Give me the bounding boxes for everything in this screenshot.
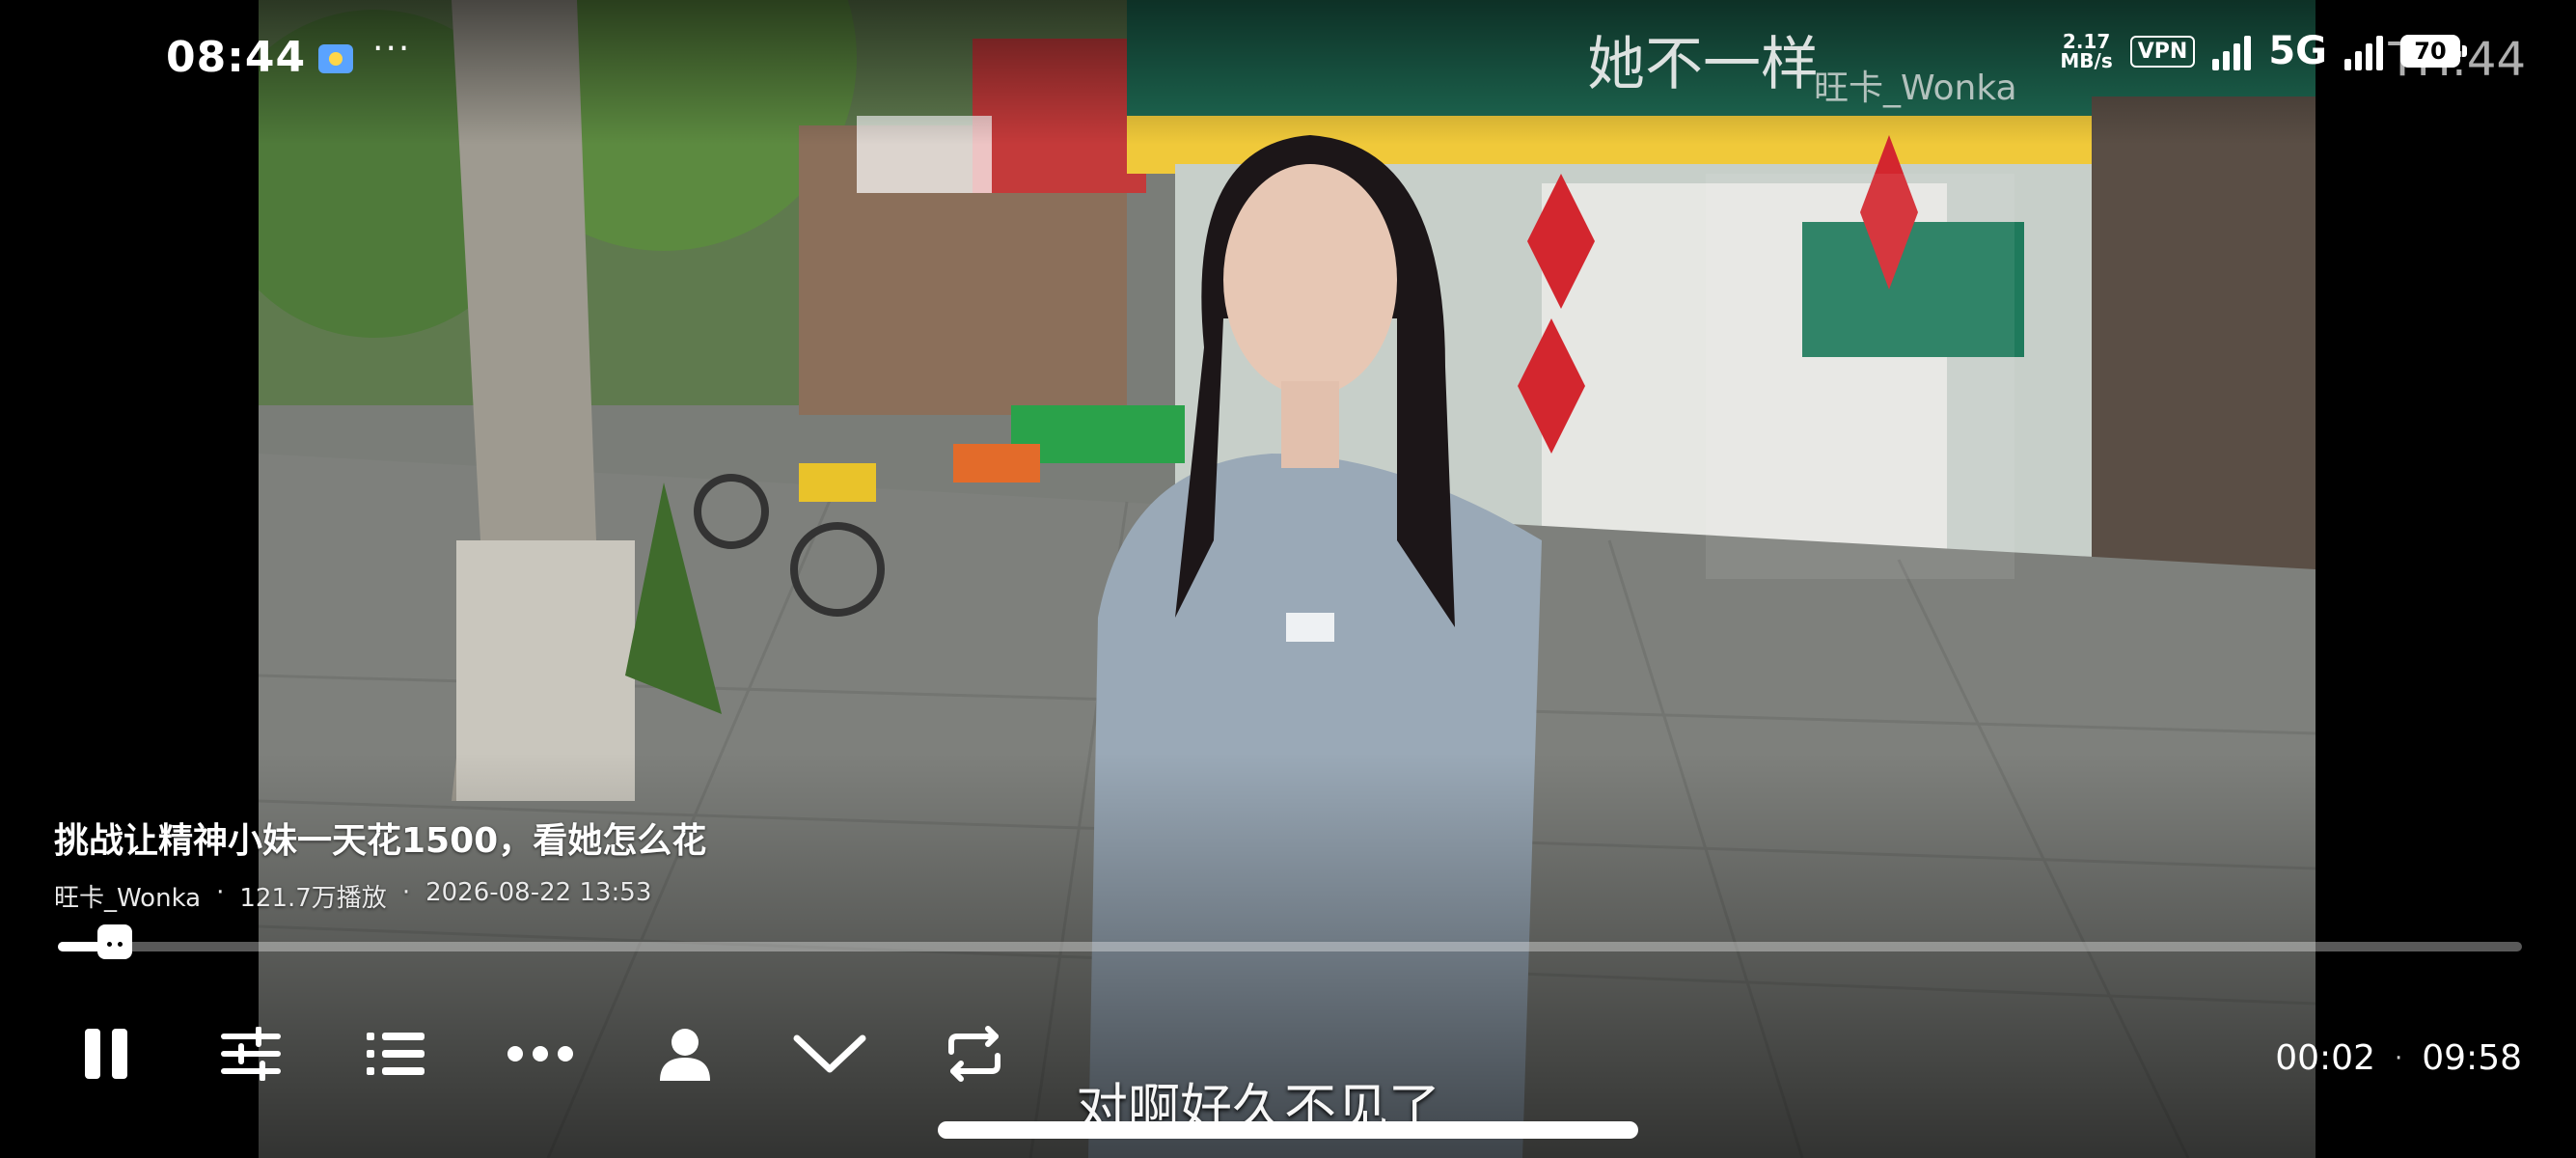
net-speed-unit: MB/s (2060, 49, 2113, 72)
video-title: 挑战让精神小妹一天花1500，看她怎么花 (54, 821, 707, 861)
collapse-icon (793, 1034, 866, 1073)
status-bar: 08:44 ··· 2.17 MB/s VPN 5G 70 (0, 0, 2576, 116)
collapse-button[interactable] (778, 1015, 882, 1092)
settings-sliders-icon (221, 1027, 281, 1081)
battery-icon: 70 (2400, 35, 2467, 68)
view-count: 121.7万播放 (239, 884, 387, 913)
net-speed-value: 2.17 (2062, 30, 2111, 53)
signal-strength-icon (2212, 32, 2252, 70)
time-display: 00:02 · 09:58 (2275, 1038, 2522, 1078)
network-type: 5G (2268, 29, 2327, 73)
meta-separator-2: · (401, 878, 411, 907)
time-separator: · (2394, 1043, 2403, 1073)
current-time: 00:02 (2275, 1038, 2375, 1078)
net-speed: 2.17 MB/s (2060, 32, 2112, 70)
meta-separator: · (216, 878, 225, 907)
duration: 09:58 (2422, 1038, 2522, 1078)
status-right-group: 2.17 MB/s VPN 5G 70 (2060, 29, 2467, 73)
home-indicator[interactable] (938, 1121, 1638, 1139)
more-icon (507, 1046, 573, 1062)
pause-button[interactable] (54, 1015, 158, 1092)
loop-button[interactable] (922, 1015, 1027, 1092)
app-notification-icon (316, 42, 355, 79)
signal-strength-2-icon (2344, 32, 2383, 70)
profile-icon (660, 1029, 710, 1081)
vpn-badge: VPN (2129, 35, 2196, 68)
video-frame[interactable] (259, 0, 2316, 1158)
loop-icon (948, 1026, 1000, 1082)
more-button[interactable] (488, 1015, 592, 1092)
video-info: 挑战让精神小妹一天花1500，看她怎么花 旺卡_Wonka · 121.7万播放… (54, 813, 706, 914)
status-time: 08:44 (166, 33, 307, 82)
uploader-name[interactable]: 旺卡_Wonka (54, 878, 201, 914)
playlist-button[interactable] (343, 1015, 448, 1092)
seek-bar[interactable] (58, 924, 2522, 959)
seek-thumb-tv-icon[interactable] (96, 924, 132, 959)
profile-button[interactable] (633, 1015, 737, 1092)
pause-icon (85, 1029, 127, 1079)
battery-level: 70 (2414, 38, 2447, 65)
settings-button[interactable] (199, 1015, 303, 1092)
upload-time: 2026-08-22 13:53 (425, 878, 652, 907)
video-meta: 旺卡_Wonka · 121.7万播放 · 2026-08-22 13:53 (54, 878, 706, 914)
overflow-dots: ··· (372, 29, 412, 69)
playlist-icon (367, 1033, 425, 1075)
playback-controls (54, 1015, 1027, 1092)
